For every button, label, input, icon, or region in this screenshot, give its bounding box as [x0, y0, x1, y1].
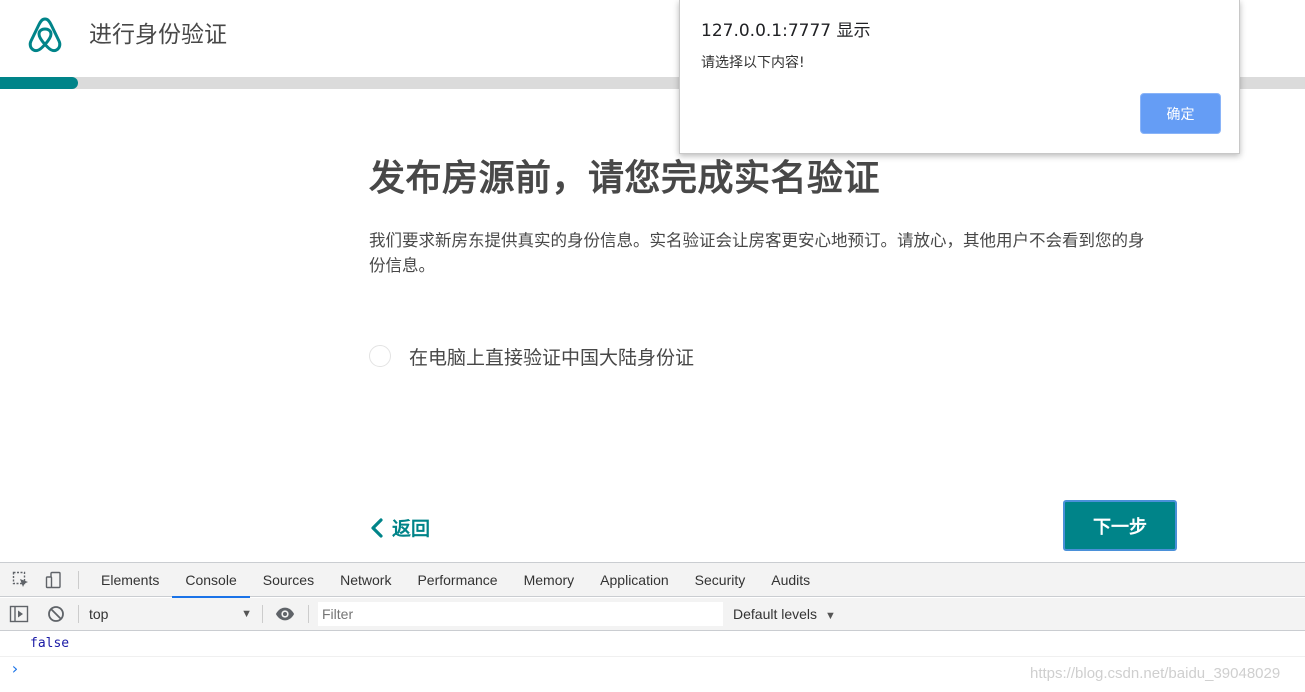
- device-toolbar-icon[interactable]: [44, 570, 64, 590]
- tab-elements[interactable]: Elements: [88, 563, 172, 597]
- context-value: top: [89, 606, 109, 622]
- context-selector[interactable]: top ▼: [86, 603, 254, 625]
- toolbar-divider: [78, 571, 79, 589]
- airbnb-logo-icon[interactable]: [25, 15, 65, 55]
- alert-title: 127.0.0.1:7777 显示: [701, 21, 871, 41]
- caret-down-icon: ▼: [241, 608, 252, 620]
- alert-ok-button[interactable]: 确定: [1140, 93, 1221, 134]
- tab-sources[interactable]: Sources: [250, 563, 327, 597]
- next-button[interactable]: 下一步: [1063, 500, 1177, 551]
- main-heading: 发布房源前，请您完成实名验证: [369, 158, 881, 199]
- tab-console[interactable]: Console: [172, 563, 251, 598]
- alert-message: 请选择以下内容!: [701, 55, 805, 71]
- log-levels-value: Default levels: [733, 606, 818, 622]
- log-levels-selector[interactable]: Default levels ▼: [733, 603, 836, 625]
- alert-dialog: 127.0.0.1:7777 显示 请选择以下内容! 确定: [679, 0, 1240, 154]
- back-label: 返回: [392, 518, 431, 540]
- back-link[interactable]: 返回: [370, 514, 430, 541]
- toolbar-divider: [308, 605, 309, 623]
- eye-icon[interactable]: [275, 604, 295, 624]
- toolbar-divider: [262, 605, 263, 623]
- console-toolbar: top ▼ Default levels ▼: [0, 598, 1305, 631]
- devtools-panel: Elements Console Sources Network Performance…: [0, 562, 1305, 692]
- tab-security[interactable]: Security: [682, 563, 759, 597]
- progress-fill: [0, 77, 79, 89]
- id-verification-option[interactable]: 在电脑上直接验证中国大陆身份证: [369, 340, 694, 372]
- tab-application[interactable]: Application: [587, 563, 682, 597]
- show-sidebar-icon[interactable]: [9, 604, 29, 624]
- console-prompt-icon[interactable]: ›: [10, 659, 20, 678]
- main-description: 我们要求新房东提供真实的身份信息。实名验证会让房客更安心地预订。请放心，其他用户…: [369, 231, 1145, 275]
- page-title: 进行身份验证: [89, 22, 227, 48]
- filter-input[interactable]: [318, 602, 723, 626]
- devtools-tabs: Elements Console Sources Network Performance…: [88, 563, 823, 598]
- radio-button[interactable]: [369, 345, 391, 367]
- tab-performance[interactable]: Performance: [404, 563, 510, 597]
- console-message: false: [0, 632, 1305, 657]
- devtools-tabbar: Elements Console Sources Network Performance…: [0, 563, 1305, 598]
- chevron-left-icon: [371, 517, 383, 538]
- tab-memory[interactable]: Memory: [511, 563, 588, 597]
- radio-label: 在电脑上直接验证中国大陆身份证: [409, 346, 695, 369]
- tab-audits[interactable]: Audits: [758, 563, 823, 597]
- clear-console-icon[interactable]: [46, 604, 66, 624]
- watermark: https://blog.csdn.net/baidu_39048029: [1030, 665, 1281, 682]
- tab-network[interactable]: Network: [327, 563, 404, 597]
- page: 进行身份验证 发布房源前，请您完成实名验证 我们要求新房东提供真实的身份信息。实…: [0, 0, 1305, 692]
- inspect-element-icon[interactable]: [11, 570, 31, 590]
- console-value: false: [30, 636, 70, 651]
- caret-down-icon: ▼: [824, 610, 836, 622]
- toolbar-divider: [78, 605, 79, 623]
